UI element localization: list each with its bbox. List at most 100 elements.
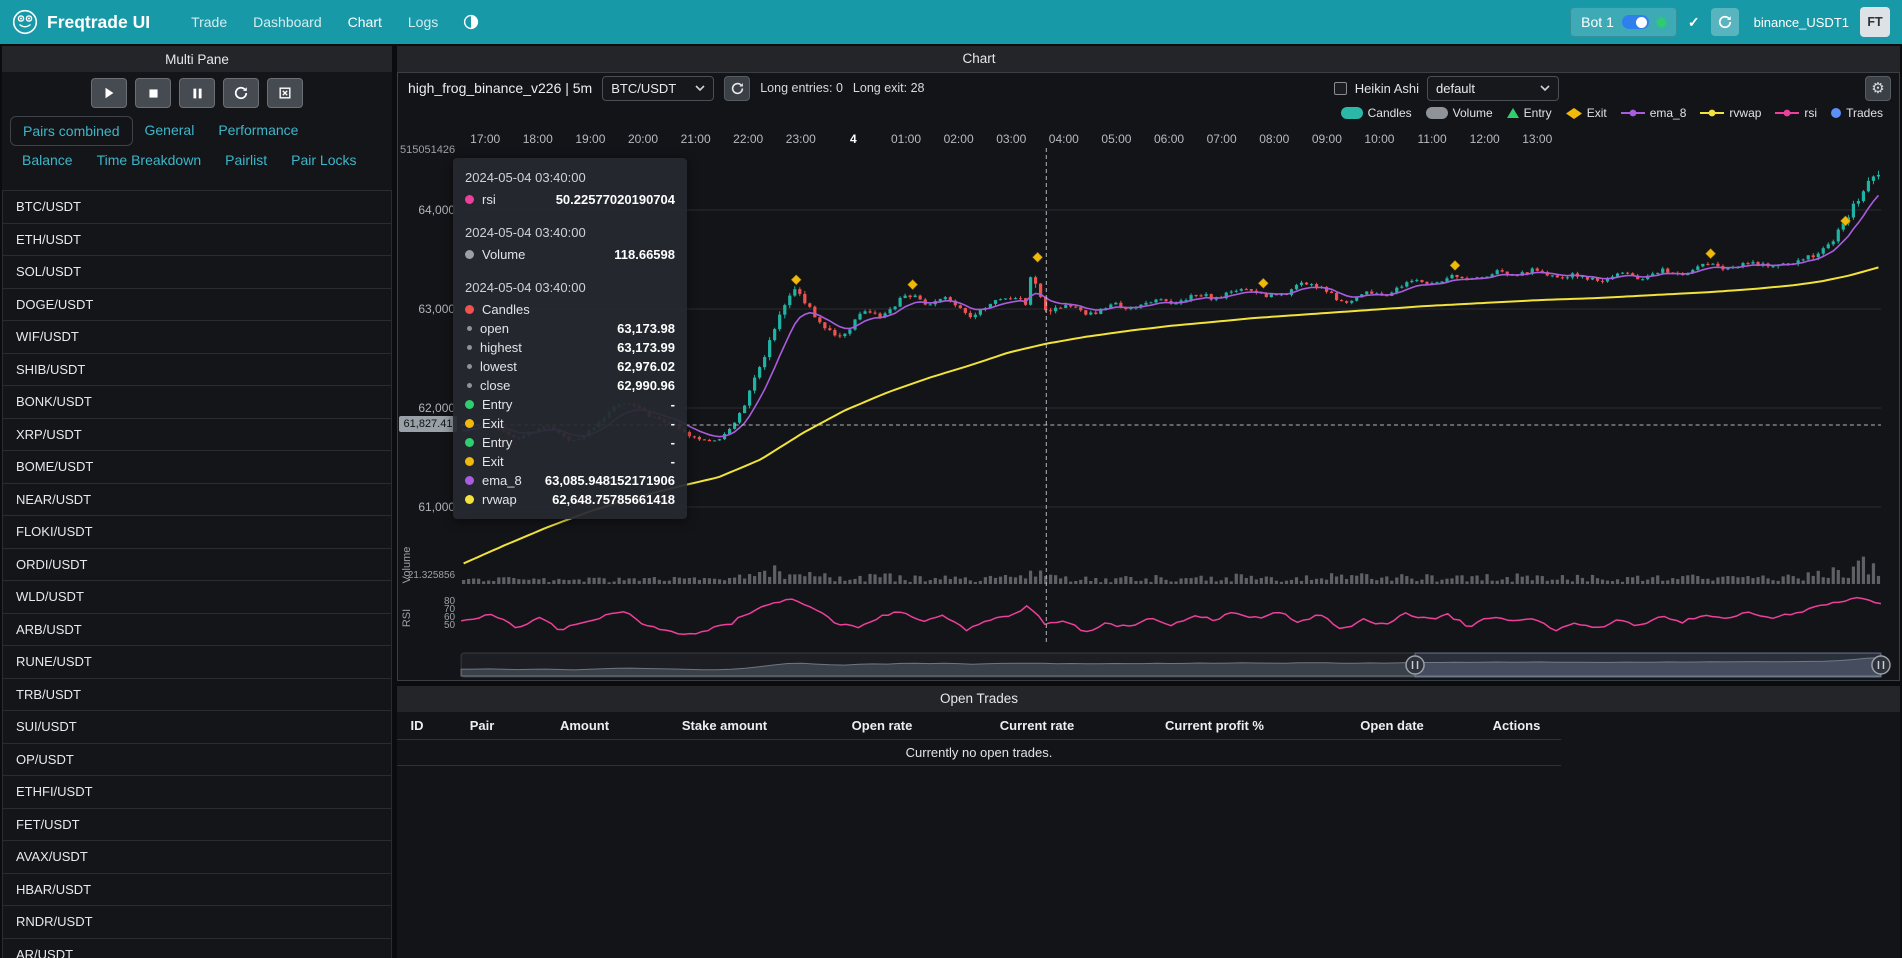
- bot-name-label: Bot 1: [1581, 14, 1614, 30]
- tooltip-row-exit: Exit-: [465, 452, 675, 471]
- bot-online-dot: [1657, 18, 1666, 27]
- series-marker-dot: [465, 305, 474, 314]
- pair-select[interactable]: BTC/USDT: [602, 76, 714, 101]
- open-trades-empty-row: Currently no open trades.: [397, 740, 1561, 766]
- pair-list-item[interactable]: RNDR/USDT: [2, 906, 392, 939]
- chart-canvas[interactable]: Candles Volume Entry Exit ema_8 rvwap rsi Trade…: [398, 103, 1899, 680]
- pair-list-item[interactable]: HBAR/USDT: [2, 874, 392, 907]
- nav-link-chart[interactable]: Chart: [335, 14, 395, 30]
- plot-settings-gear-button[interactable]: ⚙: [1865, 76, 1891, 101]
- tooltip-timestamp: 2024-05-04 03:40:00: [465, 223, 675, 242]
- pair-list-item[interactable]: TRB/USDT: [2, 679, 392, 712]
- legend-item-trades[interactable]: Trades: [1831, 106, 1883, 120]
- datazoom-handle[interactable]: [1406, 656, 1424, 674]
- legend-item-rvwap[interactable]: rvwap: [1700, 106, 1761, 120]
- theme-toggle-icon[interactable]: [463, 14, 479, 30]
- reload-config-button[interactable]: [223, 78, 259, 108]
- legend-item-candles[interactable]: Candles: [1341, 106, 1412, 120]
- user-avatar[interactable]: FT: [1860, 7, 1890, 37]
- chart-tooltip: 2024-05-04 03:40:00rsi50.225770201907042…: [453, 158, 687, 519]
- pause-icon: [191, 87, 204, 100]
- pause-bot-button[interactable]: [179, 78, 215, 108]
- pair-list-item[interactable]: XRP/USDT: [2, 419, 392, 452]
- tab-performance[interactable]: Performance: [206, 116, 310, 146]
- bot-toggle[interactable]: [1622, 15, 1649, 29]
- pair-list-item[interactable]: AVAX/USDT: [2, 841, 392, 874]
- svg-text:06:00: 06:00: [1154, 132, 1184, 146]
- svg-text:20:00: 20:00: [628, 132, 658, 146]
- legend-item-entry[interactable]: Entry: [1507, 106, 1552, 120]
- pair-list-item[interactable]: ETHFI/USDT: [2, 776, 392, 809]
- tooltip-row-close: close62,990.96: [465, 376, 675, 395]
- pair-list-item[interactable]: FLOKI/USDT: [2, 516, 392, 549]
- trades-col-open-rate: Open rate: [807, 712, 957, 740]
- tab-pairs-combined[interactable]: Pairs combined: [10, 116, 133, 146]
- tab-general[interactable]: General: [133, 116, 207, 146]
- pair-list-item[interactable]: BONK/USDT: [2, 386, 392, 419]
- reload-icon: [234, 86, 248, 100]
- bot-selector[interactable]: Bot 1: [1570, 7, 1677, 37]
- tab-pairlist[interactable]: Pairlist: [213, 146, 279, 174]
- heikin-ashi-checkbox[interactable]: [1334, 82, 1347, 95]
- datazoom-window[interactable]: [1415, 653, 1881, 677]
- start-bot-button[interactable]: [91, 78, 127, 108]
- nav-link-logs[interactable]: Logs: [395, 14, 451, 30]
- heikin-ashi-label: Heikin Ashi: [1355, 81, 1419, 96]
- svg-text:Volume: Volume: [401, 547, 413, 584]
- trades-col-current-profit-: Current profit %: [1117, 712, 1312, 740]
- series-marker-dot: [465, 419, 474, 428]
- rsi-line: [461, 598, 1881, 635]
- pair-select-value: BTC/USDT: [611, 81, 676, 96]
- trades-col-actions: Actions: [1472, 712, 1561, 740]
- tab-pair-locks[interactable]: Pair Locks: [279, 146, 368, 174]
- pair-list-item[interactable]: ARB/USDT: [2, 614, 392, 647]
- legend-item-exit[interactable]: Exit: [1566, 106, 1607, 120]
- pair-list-item[interactable]: ETH/USDT: [2, 224, 392, 257]
- legend-item-volume[interactable]: Volume: [1426, 106, 1493, 120]
- navbar: Freqtrade UI TradeDashboardChartLogs Bot…: [0, 0, 1902, 44]
- pair-list-item[interactable]: ORDI/USDT: [2, 549, 392, 582]
- pair-list-item[interactable]: OP/USDT: [2, 744, 392, 777]
- svg-text:18:00: 18:00: [523, 132, 553, 146]
- nav-link-dashboard[interactable]: Dashboard: [240, 14, 335, 30]
- plot-config-select[interactable]: default: [1427, 76, 1559, 101]
- pair-list-item[interactable]: DOGE/USDT: [2, 289, 392, 322]
- datazoom-handle[interactable]: [1872, 656, 1890, 674]
- rvwap-legend-marker: [1700, 108, 1724, 118]
- chart-refresh-button[interactable]: [724, 76, 750, 101]
- stop-bot-button[interactable]: [135, 78, 171, 108]
- open-trades-table: IDPairAmountStake amountOpen rateCurrent…: [397, 712, 1561, 766]
- trades-legend-marker: [1831, 108, 1841, 118]
- svg-text:RSI: RSI: [401, 609, 413, 627]
- pair-list-item[interactable]: SOL/USDT: [2, 256, 392, 289]
- pair-list-item[interactable]: SUI/USDT: [2, 711, 392, 744]
- datazoom-navigator[interactable]: [461, 653, 1890, 677]
- legend-label: Exit: [1587, 106, 1607, 120]
- open-trades-title-bar: Open Trades: [397, 686, 1900, 712]
- pair-list-item[interactable]: NEAR/USDT: [2, 484, 392, 517]
- svg-text:22:00: 22:00: [733, 132, 763, 146]
- chart-panel-title-bar: Chart: [397, 46, 1900, 72]
- series-marker-dot: [465, 476, 474, 485]
- svg-text:11:00: 11:00: [1417, 132, 1446, 146]
- pair-list-item[interactable]: FET/USDT: [2, 809, 392, 842]
- legend-label: Entry: [1524, 106, 1552, 120]
- legend-item-rsi[interactable]: rsi: [1775, 106, 1817, 120]
- tooltip-row-rsi: rsi50.22577020190704: [465, 190, 675, 209]
- pair-list-item[interactable]: BOME/USDT: [2, 451, 392, 484]
- pair-list-item[interactable]: WIF/USDT: [2, 321, 392, 354]
- tab-balance[interactable]: Balance: [10, 146, 85, 174]
- pair-list-item[interactable]: SHIB/USDT: [2, 354, 392, 387]
- check-icon[interactable]: ✓: [1688, 14, 1700, 31]
- tooltip-row-lowest: lowest62,976.02: [465, 357, 675, 376]
- refresh-button[interactable]: [1711, 8, 1739, 36]
- pair-list-item[interactable]: RUNE/USDT: [2, 646, 392, 679]
- cancel-open-orders-button[interactable]: [267, 78, 303, 108]
- brand[interactable]: Freqtrade UI: [12, 9, 150, 35]
- tab-time-breakdown[interactable]: Time Breakdown: [85, 146, 214, 174]
- nav-link-trade[interactable]: Trade: [178, 14, 240, 30]
- pair-list-item[interactable]: WLD/USDT: [2, 581, 392, 614]
- pair-list-item[interactable]: BTC/USDT: [2, 191, 392, 224]
- legend-item-ema_8[interactable]: ema_8: [1621, 106, 1687, 120]
- pair-list-item[interactable]: AR/USDT: [2, 939, 392, 958]
